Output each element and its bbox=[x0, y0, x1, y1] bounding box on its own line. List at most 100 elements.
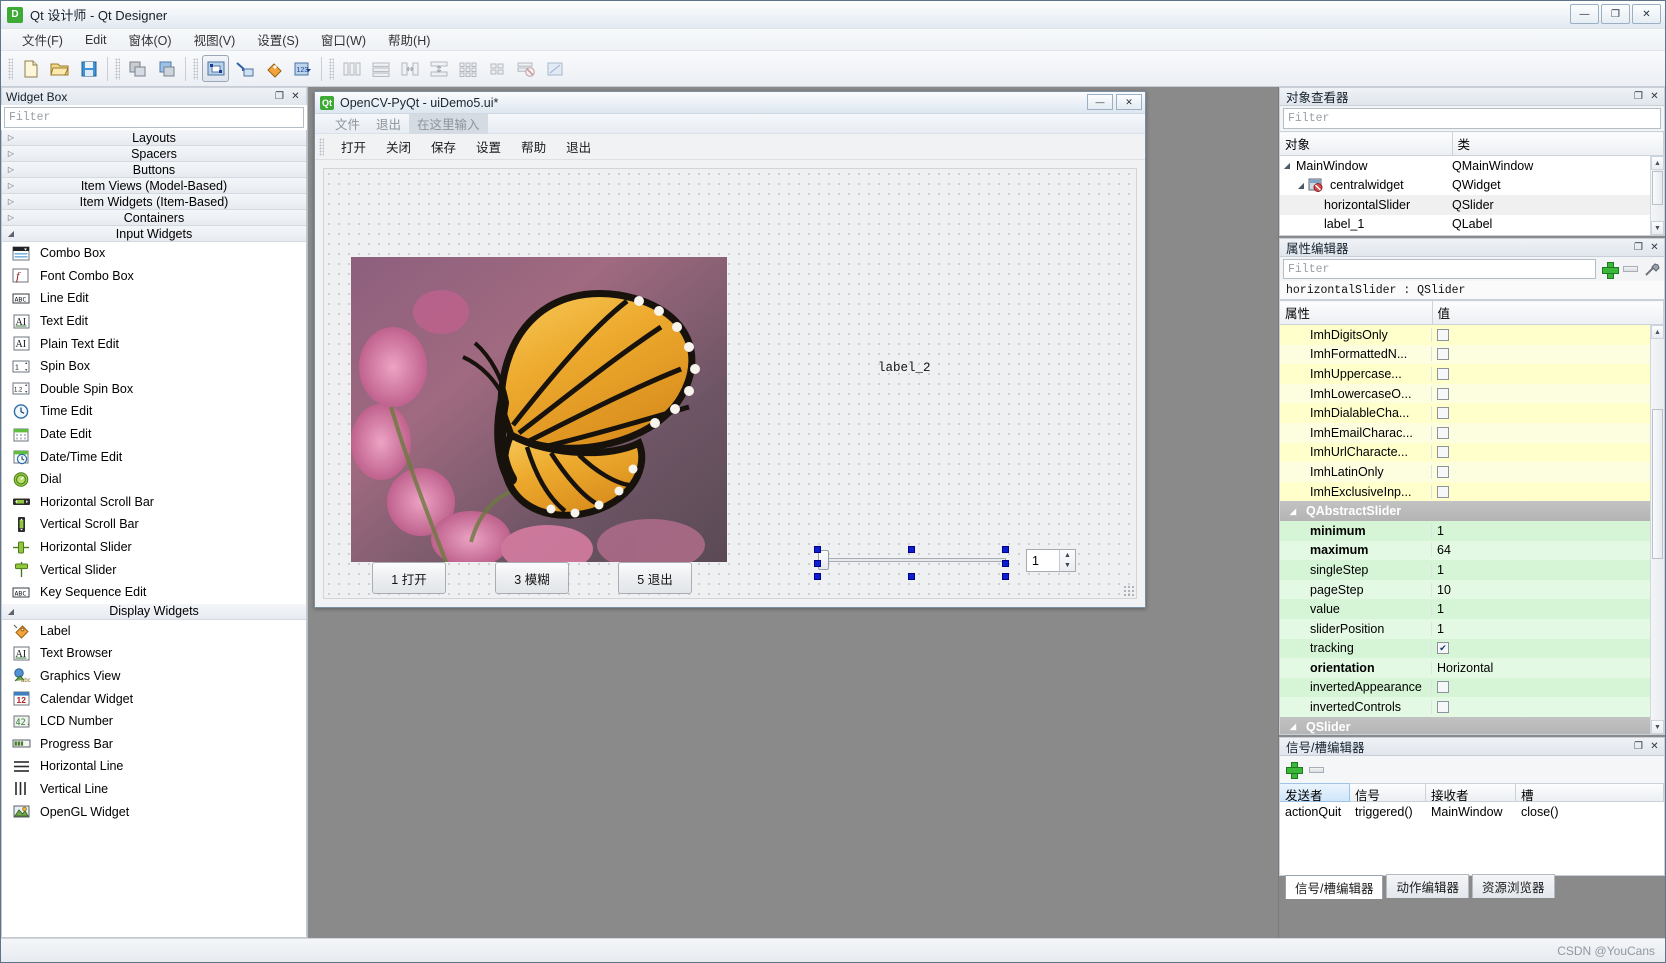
column-slot[interactable]: 槽 bbox=[1516, 783, 1664, 803]
property-row-imhexclusiveinputmask[interactable]: ImhExclusiveInp... bbox=[1280, 481, 1664, 502]
remove-connection-icon[interactable] bbox=[1309, 766, 1324, 773]
remove-property-icon[interactable] bbox=[1623, 266, 1638, 272]
property-checkbox[interactable] bbox=[1437, 387, 1449, 400]
form-window[interactable]: Qt OpenCV-PyQt - uiDemo5.ui* — ✕ 文件 退出 在… bbox=[314, 91, 1146, 608]
form-menu-quit[interactable]: 退出 bbox=[368, 113, 409, 134]
mdi-area[interactable]: Qt OpenCV-PyQt - uiDemo5.ui* — ✕ 文件 退出 在… bbox=[308, 87, 1279, 938]
edit-tab-order-icon[interactable]: 123 bbox=[289, 55, 316, 82]
widget-item-line-edit[interactable]: ABC Line Edit bbox=[2, 287, 306, 310]
widget-item-plain-text-edit[interactable]: AI Plain Text Edit bbox=[2, 332, 306, 355]
layout-splitter-h-icon[interactable] bbox=[396, 55, 423, 82]
property-row-tracking[interactable]: tracking ✔ bbox=[1280, 638, 1664, 659]
column-object[interactable]: 对象 bbox=[1280, 131, 1453, 156]
property-value[interactable]: 1 bbox=[1432, 563, 1664, 577]
object-inspector-filter-input[interactable]: Filter bbox=[1283, 108, 1661, 129]
close-icon[interactable]: ✕ bbox=[1648, 90, 1661, 103]
chevron-down-icon[interactable]: ◢ bbox=[1294, 181, 1308, 190]
tab-action-editor[interactable]: 动作编辑器 bbox=[1386, 874, 1469, 898]
scroll-up-icon[interactable]: ▲ bbox=[1651, 325, 1664, 339]
edit-signals-icon[interactable] bbox=[231, 55, 258, 82]
property-row-sliderposition[interactable]: sliderPosition 1 bbox=[1280, 618, 1664, 639]
widget-item-font-combo-box[interactable]: f Font Combo Box bbox=[2, 265, 306, 288]
widget-item-progress-bar[interactable]: Progress Bar bbox=[2, 732, 306, 755]
float-icon[interactable]: ❐ bbox=[1632, 90, 1645, 103]
property-checkbox[interactable] bbox=[1437, 446, 1449, 459]
widget-item-date-time-edit[interactable]: Date/Time Edit bbox=[2, 445, 306, 468]
form-close-button[interactable]: ✕ bbox=[1116, 94, 1142, 110]
property-checkbox[interactable] bbox=[1437, 348, 1449, 361]
form-resize-grip[interactable] bbox=[1123, 585, 1135, 597]
property-row-orientation[interactable]: orientation Horizontal bbox=[1280, 658, 1664, 678]
scroll-down-icon[interactable]: ▼ bbox=[1651, 720, 1664, 734]
edit-buddies-icon[interactable] bbox=[260, 55, 287, 82]
scrollbar-thumb[interactable] bbox=[1652, 171, 1663, 205]
tree-row-label-1[interactable]: label_1 QLabel bbox=[1280, 215, 1664, 235]
widget-item-key-sequence-edit[interactable]: ABC Key Sequence Edit bbox=[2, 581, 306, 604]
property-checkbox[interactable] bbox=[1437, 407, 1449, 420]
column-value[interactable]: 值 bbox=[1432, 300, 1664, 325]
chevron-down-icon[interactable]: ◢ bbox=[1286, 507, 1300, 516]
column-class[interactable]: 类 bbox=[1452, 131, 1664, 156]
chevron-down-icon[interactable]: ◢ bbox=[1286, 722, 1300, 731]
selection-handle-middle-left[interactable] bbox=[814, 560, 821, 567]
widget-item-label[interactable]: Label bbox=[2, 620, 306, 643]
widget-group-layouts[interactable]: ▷ Layouts bbox=[2, 130, 306, 146]
widget-item-vertical-scroll-bar[interactable]: Vertical Scroll Bar bbox=[2, 513, 306, 536]
new-form-icon[interactable] bbox=[17, 55, 44, 82]
form-action-open[interactable]: 打开 bbox=[331, 135, 376, 158]
property-row-singlestep[interactable]: singleStep 1 bbox=[1280, 560, 1664, 580]
spinbox-down-icon[interactable]: ▼ bbox=[1060, 561, 1075, 572]
chevron-down-icon[interactable]: ◢ bbox=[1280, 161, 1294, 170]
scroll-down-icon[interactable]: ▼ bbox=[1651, 221, 1664, 235]
copy-icon[interactable] bbox=[124, 55, 151, 82]
signal-slot-table[interactable]: 发送者 信号 接收者 槽 actionQuit triggered() Main… bbox=[1279, 783, 1665, 876]
form-toolbar-grip[interactable] bbox=[319, 137, 324, 156]
property-row-imhdigitsonly[interactable]: ImhDigitsOnly bbox=[1280, 325, 1664, 345]
selection-handle-top-left[interactable] bbox=[814, 546, 821, 553]
widget-item-lcd-number[interactable]: 42. LCD Number bbox=[2, 710, 306, 733]
float-icon[interactable]: ❐ bbox=[1632, 740, 1645, 753]
menu-settings[interactable]: 设置(S) bbox=[246, 28, 310, 51]
widget-box-list[interactable]: ▷ Layouts ▷ Spacers ▷ Buttons ▷ Item Vie… bbox=[1, 130, 307, 938]
property-checkbox[interactable] bbox=[1437, 485, 1449, 498]
object-inspector-tree[interactable]: ◢ MainWindow QMainWindow ◢ centralwidget… bbox=[1279, 156, 1665, 236]
property-row-imhlowercaseonly[interactable]: ImhLowercaseO... bbox=[1280, 383, 1664, 404]
selection-handle-bottom-center[interactable] bbox=[908, 573, 915, 580]
form-spinbox[interactable]: 1 ▲ ▼ bbox=[1026, 549, 1076, 572]
widget-item-vertical-slider[interactable]: Vertical Slider bbox=[2, 558, 306, 581]
property-group-qabstractslider[interactable]: ◢ QAbstractSlider bbox=[1280, 501, 1664, 521]
widget-item-combo-box[interactable]: Combo Box bbox=[2, 242, 306, 265]
property-row-imhdialablecharactersonly[interactable]: ImhDialableCha... bbox=[1280, 403, 1664, 423]
tree-row-mainwindow[interactable]: ◢ MainWindow QMainWindow bbox=[1280, 156, 1664, 176]
selection-handle-top-right[interactable] bbox=[1002, 546, 1009, 553]
property-row-invertedappearance[interactable]: invertedAppearance bbox=[1280, 677, 1664, 698]
property-editor-scrollbar[interactable]: ▲ ▼ bbox=[1650, 325, 1664, 734]
widget-item-horizontal-slider[interactable]: Horizontal Slider bbox=[2, 536, 306, 559]
layout-splitter-v-icon[interactable] bbox=[425, 55, 452, 82]
layout-horizontally-icon[interactable] bbox=[338, 55, 365, 82]
close-icon[interactable]: ✕ bbox=[1648, 740, 1661, 753]
widget-item-vertical-line[interactable]: Vertical Line bbox=[2, 778, 306, 801]
close-button[interactable]: ✕ bbox=[1632, 4, 1661, 24]
form-menu-file[interactable]: 文件 bbox=[327, 113, 368, 134]
edit-widgets-icon[interactable] bbox=[202, 55, 229, 82]
property-row-pagestep[interactable]: pageStep 10 bbox=[1280, 579, 1664, 600]
menu-edit[interactable]: Edit bbox=[74, 31, 118, 49]
signal-slot-row[interactable]: actionQuit triggered() MainWindow close(… bbox=[1280, 802, 1664, 822]
break-layout-icon[interactable] bbox=[512, 55, 539, 82]
menu-file[interactable]: 文件(F) bbox=[11, 28, 74, 51]
layout-form-icon[interactable] bbox=[483, 55, 510, 82]
property-checkbox[interactable] bbox=[1437, 701, 1449, 714]
menu-help[interactable]: 帮助(H) bbox=[377, 28, 441, 51]
selection-handle-middle-right[interactable] bbox=[1002, 560, 1009, 567]
widget-item-horizontal-line[interactable]: Horizontal Line bbox=[2, 755, 306, 778]
property-checkbox[interactable] bbox=[1437, 426, 1449, 439]
property-editor-rows[interactable]: ImhDigitsOnly ImhFormattedN... ImhUpperc… bbox=[1279, 325, 1665, 735]
form-action-quit[interactable]: 退出 bbox=[556, 135, 601, 158]
scrollbar-thumb[interactable] bbox=[1652, 409, 1663, 559]
menu-window[interactable]: 窗口(W) bbox=[310, 28, 377, 51]
toolbar-grip-3[interactable] bbox=[193, 57, 198, 80]
property-editor-filter-input[interactable]: Filter bbox=[1283, 259, 1596, 279]
property-row-minimum[interactable]: minimum 1 bbox=[1280, 520, 1664, 541]
widget-box-filter-input[interactable]: Filter bbox=[4, 107, 304, 128]
